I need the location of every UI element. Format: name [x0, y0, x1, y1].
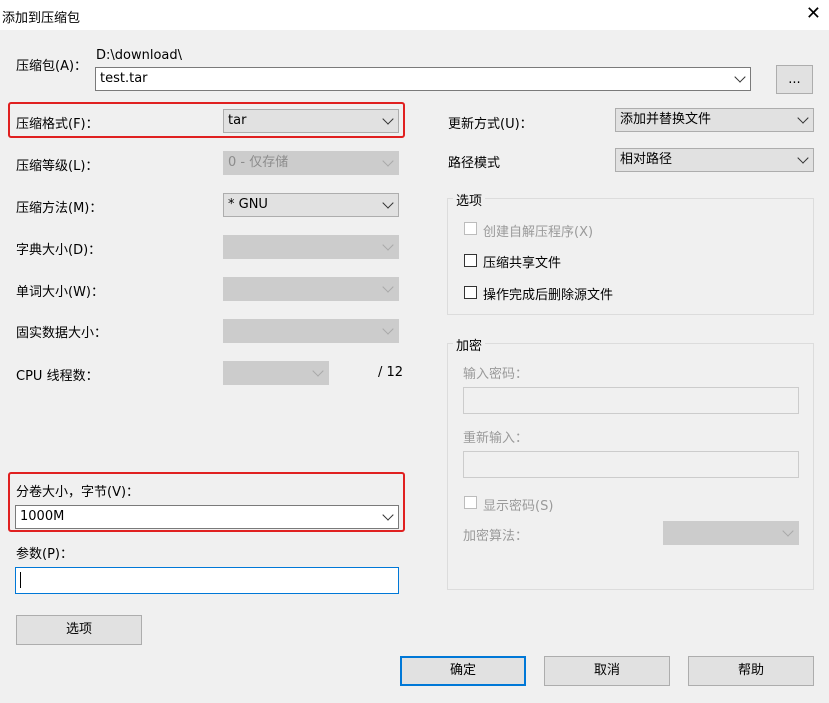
level-select[interactable]: 0 - 仅存储	[223, 151, 399, 175]
method-label: 压缩方法(M)：	[16, 201, 103, 216]
format-select[interactable]: tar	[223, 109, 399, 133]
chevron-down-icon	[734, 71, 746, 83]
show-password-label: 显示密码(S)	[483, 499, 554, 514]
reenter-label: 重新输入：	[463, 431, 529, 446]
word-select[interactable]	[223, 277, 399, 301]
params-label: 参数(P)：	[16, 547, 73, 562]
chevron-down-icon	[797, 152, 809, 164]
text-caret	[20, 572, 21, 588]
update-label: 更新方式(U)：	[448, 117, 533, 132]
encryption-group-title: 加密	[453, 335, 486, 354]
sfx-checkbox[interactable]	[464, 222, 477, 235]
encryption-method-select[interactable]	[663, 521, 799, 545]
window-title: 添加到压缩包	[2, 11, 81, 26]
format-value: tar	[228, 113, 247, 128]
params-input[interactable]	[15, 567, 399, 594]
volume-label: 分卷大小，字节(V)：	[16, 485, 140, 500]
format-label: 压缩格式(F)：	[16, 117, 99, 132]
chevron-down-icon	[382, 155, 394, 167]
help-button[interactable]: 帮助	[688, 656, 814, 686]
encryption-method-label: 加密算法：	[463, 529, 529, 544]
chevron-down-icon	[382, 197, 394, 209]
title-bar: 添加到压缩包 ✕	[0, 0, 829, 30]
pathmode-select[interactable]: 相对路径	[615, 148, 814, 172]
solid-label: 固实数据大小：	[16, 326, 108, 341]
ok-button[interactable]: 确定	[400, 656, 526, 686]
pathmode-value: 相对路径	[620, 152, 673, 167]
update-select[interactable]: 添加并替换文件	[615, 108, 814, 132]
show-password-checkbox[interactable]	[464, 496, 477, 509]
chevron-down-icon	[382, 113, 394, 125]
options-group-title: 选项	[453, 190, 486, 209]
update-value: 添加并替换文件	[620, 112, 712, 127]
chevron-down-icon	[382, 281, 394, 293]
chevron-down-icon	[782, 525, 794, 537]
archive-label: 压缩包(A)：	[16, 59, 88, 74]
archive-path: D:\download\	[96, 48, 183, 63]
sfx-label: 创建自解压程序(X)	[483, 225, 594, 240]
close-icon[interactable]: ✕	[806, 3, 821, 25]
chevron-down-icon	[382, 509, 394, 521]
chevron-down-icon	[797, 112, 809, 124]
word-label: 单词大小(W)：	[16, 285, 104, 300]
chevron-down-icon	[382, 323, 394, 335]
reenter-input[interactable]	[463, 451, 799, 478]
shared-files-label: 压缩共享文件	[483, 256, 562, 271]
pathmode-label: 路径模式	[448, 156, 501, 171]
dict-select[interactable]	[223, 235, 399, 259]
dict-label: 字典大小(D)：	[16, 243, 102, 258]
shared-files-checkbox[interactable]	[464, 254, 477, 267]
cancel-button[interactable]: 取消	[544, 656, 670, 686]
threads-total: / 12	[378, 365, 404, 380]
solid-select[interactable]	[223, 319, 399, 343]
level-value: 0 - 仅存储	[228, 155, 289, 170]
password-label: 输入密码：	[463, 367, 529, 382]
method-select[interactable]: * GNU	[223, 193, 399, 217]
delete-source-checkbox[interactable]	[464, 286, 477, 299]
volume-value: 1000M	[20, 509, 65, 524]
archive-filename-value: test.tar	[100, 71, 148, 86]
method-value: * GNU	[228, 197, 268, 212]
browse-button[interactable]: ...	[776, 65, 813, 94]
options-button[interactable]: 选项	[16, 615, 142, 645]
archive-filename-combo[interactable]: test.tar	[95, 67, 751, 91]
password-input[interactable]	[463, 387, 799, 414]
threads-select[interactable]	[223, 361, 329, 385]
delete-source-label: 操作完成后删除源文件	[483, 288, 614, 303]
chevron-down-icon	[312, 365, 324, 377]
level-label: 压缩等级(L)：	[16, 159, 99, 174]
threads-label: CPU 线程数：	[16, 369, 99, 384]
volume-combo[interactable]: 1000M	[15, 505, 399, 529]
chevron-down-icon	[382, 239, 394, 251]
